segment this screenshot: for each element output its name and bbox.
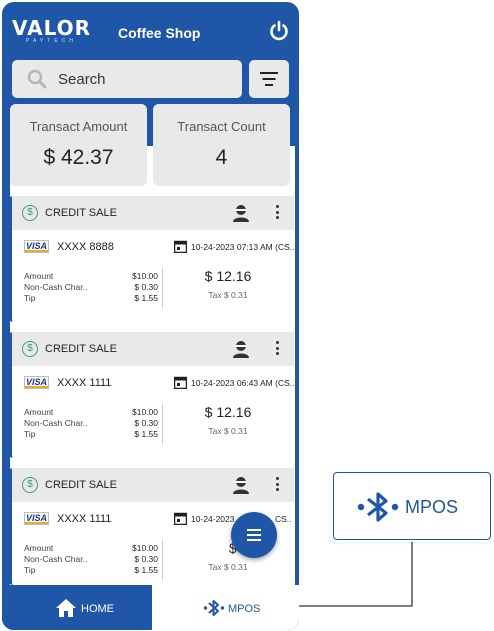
transaction-header: $ CREDIT SALE xyxy=(12,332,294,366)
nav-home-label: HOME xyxy=(81,603,114,615)
valor-logo: VALOR PAYTECH xyxy=(12,17,90,47)
search-placeholder: Search xyxy=(58,71,106,88)
transaction-total: $ 12.16 xyxy=(204,268,252,284)
filter-button[interactable] xyxy=(249,60,289,98)
tip-label: Tip xyxy=(24,565,36,575)
more-options-icon[interactable] xyxy=(274,477,280,493)
card-number: XXXX 8888 xyxy=(57,241,114,253)
noncash-value: $ 0.30 xyxy=(134,418,158,428)
transact-amount-value: $ 42.37 xyxy=(43,146,114,169)
transaction-tax: Tax $ 0.31 xyxy=(208,562,248,572)
transaction-tax: Tax $ 0.31 xyxy=(208,426,248,436)
transaction-date: 10-24-2023 xyxy=(191,514,235,524)
app-header: VALOR PAYTECH Coffee Shop xyxy=(2,2,299,58)
transact-amount-card: Transact Amount $ 42.37 xyxy=(10,104,147,186)
nav-mpos-label: MPOS xyxy=(228,603,261,615)
calendar-icon xyxy=(174,512,187,525)
bottom-nav: HOME MPOS xyxy=(2,585,299,630)
transact-amount-label: Transact Amount xyxy=(29,119,128,134)
home-icon xyxy=(56,599,76,617)
more-options-icon[interactable] xyxy=(274,205,280,221)
amount-label: Amount xyxy=(24,543,54,553)
dollar-icon: $ xyxy=(22,477,38,493)
visa-logo: VISA xyxy=(24,376,49,389)
page-title: Coffee Shop xyxy=(118,25,201,41)
nav-home-tab[interactable]: HOME xyxy=(2,585,150,630)
bluetooth-icon xyxy=(357,492,399,522)
transact-count-value: 4 xyxy=(215,146,228,169)
tip-value: $ 1.55 xyxy=(134,429,158,439)
amount-value: $10.00 xyxy=(132,271,158,281)
amount-value: $10.00 xyxy=(132,543,158,553)
card-number: XXXX 1111 xyxy=(57,377,112,389)
visa-logo: VISA xyxy=(24,240,49,253)
transaction-total: $ 12.16 xyxy=(204,404,252,420)
agent-icon xyxy=(233,477,249,494)
menu-fab-button[interactable] xyxy=(231,512,277,558)
transact-count-card: Transact Count 4 xyxy=(153,104,290,186)
calendar-icon xyxy=(174,240,187,253)
transaction-date: 10-24-2023 07:13 AM (CS.. xyxy=(191,242,295,252)
logo-subtext: PAYTECH xyxy=(26,38,77,44)
transaction-date: 10-24-2023 06:43 AM (CS.. xyxy=(191,378,295,388)
power-icon[interactable] xyxy=(268,20,290,42)
mpos-callout: MPOS xyxy=(333,472,491,540)
dollar-icon: $ xyxy=(22,205,38,221)
noncash-value: $ 0.30 xyxy=(134,282,158,292)
bluetooth-icon xyxy=(203,600,225,616)
tip-label: Tip xyxy=(24,293,36,303)
search-icon xyxy=(26,68,48,90)
transact-count-label: Transact Count xyxy=(177,119,266,134)
more-options-icon[interactable] xyxy=(274,341,280,357)
callout-label: MPOS xyxy=(405,497,459,517)
card-number: XXXX 1111 xyxy=(57,513,112,525)
transaction-card[interactable]: $ CREDIT SALE VISA XXXX 1111 10-24-2023 … xyxy=(9,332,294,458)
transaction-header: $ CREDIT SALE xyxy=(12,196,294,230)
logo-text: VALOR xyxy=(12,16,92,40)
transaction-type: CREDIT SALE xyxy=(45,207,117,219)
noncash-value: $ 0.30 xyxy=(134,554,158,564)
visa-logo: VISA xyxy=(24,512,49,525)
calendar-icon xyxy=(174,376,187,389)
agent-icon xyxy=(233,341,249,358)
amount-label: Amount xyxy=(24,407,54,417)
transaction-type: CREDIT SALE xyxy=(45,343,117,355)
transaction-tax: Tax $ 0.31 xyxy=(208,290,248,300)
noncash-label: Non-Cash Char.. xyxy=(24,554,88,564)
dollar-icon: $ xyxy=(22,341,38,357)
transaction-type: CREDIT SALE xyxy=(45,479,117,491)
noncash-label: Non-Cash Char.. xyxy=(24,282,88,292)
tip-label: Tip xyxy=(24,429,36,439)
tip-value: $ 1.55 xyxy=(134,293,158,303)
amount-value: $10.00 xyxy=(132,407,158,417)
transaction-header: $ CREDIT SALE xyxy=(12,468,294,502)
transaction-date-tail: CS.. xyxy=(275,514,292,524)
amount-label: Amount xyxy=(24,271,54,281)
nav-mpos-tab[interactable]: MPOS xyxy=(152,585,299,630)
agent-icon xyxy=(233,205,249,222)
noncash-label: Non-Cash Char.. xyxy=(24,418,88,428)
tip-value: $ 1.55 xyxy=(134,565,158,575)
transaction-card[interactable]: $ CREDIT SALE VISA XXXX 8888 10-24-2023 … xyxy=(9,196,294,322)
search-input[interactable]: Search xyxy=(12,60,242,98)
